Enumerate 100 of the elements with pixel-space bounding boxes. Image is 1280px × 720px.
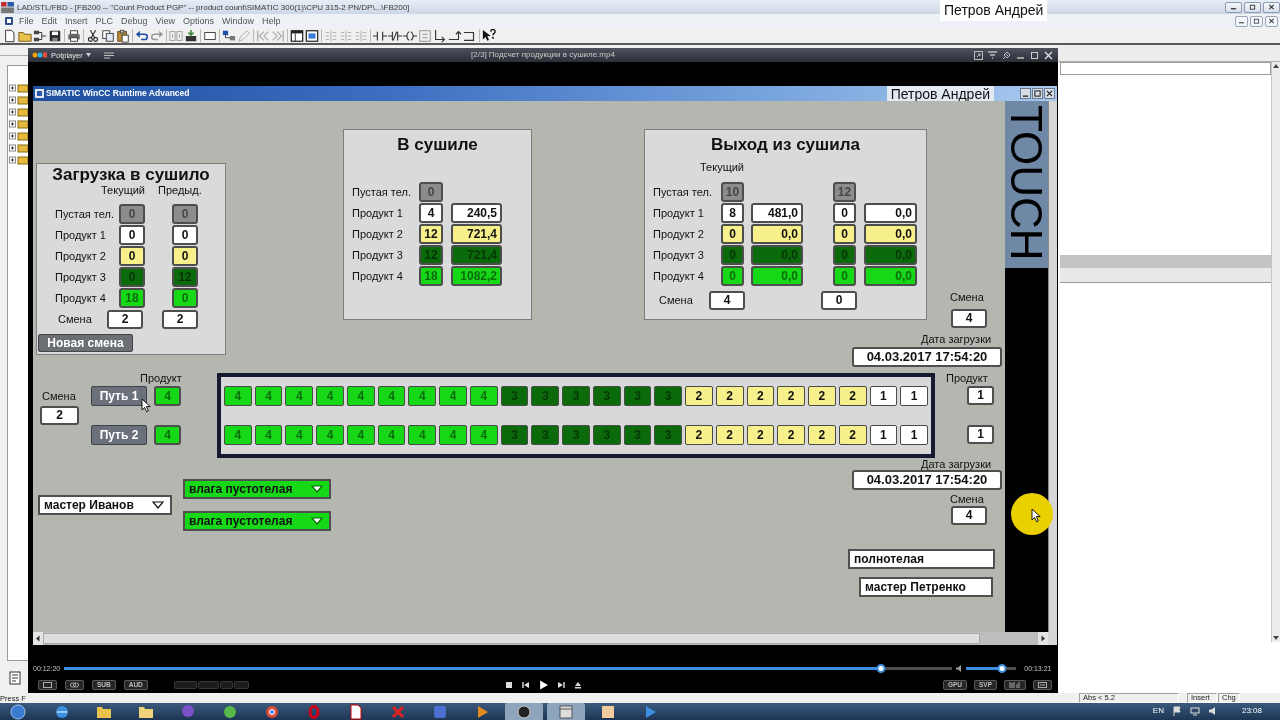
close-button[interactable] [1044,88,1055,99]
flag-icon[interactable] [1171,706,1182,716]
conveyor-cell: 2 [777,425,806,445]
dimmed-buttons-icon [173,680,249,689]
row-label: Продукт 1 [352,206,404,220]
value-field: 0 [833,224,856,244]
restore-button[interactable] [1250,15,1263,27]
scroll-right-icon[interactable] [1038,632,1048,645]
pin-icon[interactable] [1002,50,1011,60]
coil-icon[interactable] [403,28,417,43]
dropdown[interactable]: мастер Иванов [38,495,172,515]
path-button[interactable]: Путь 2 [91,425,147,445]
close-icon[interactable] [1044,50,1053,60]
taskbar-button[interactable] [505,703,543,720]
scroll-left-icon[interactable] [33,632,43,645]
row-label: Продукт 2 [653,227,705,241]
row-label: Продукт 3 [55,270,107,284]
menu-item[interactable]: Edit [37,15,62,27]
play-icon[interactable] [538,679,548,690]
volume-thumb[interactable] [997,664,1007,673]
tree-node-icon[interactable] [9,132,29,141]
menu-item[interactable]: View [151,15,179,27]
resize-icon[interactable] [974,50,983,60]
link-button[interactable] [65,679,84,690]
monitor-icon[interactable] [1189,706,1200,716]
start-orb-icon[interactable] [10,704,26,720]
shift-field[interactable]: 4 [951,506,987,525]
minimize-button[interactable] [1225,1,1242,13]
minimize-button[interactable] [1235,15,1248,27]
shift-field[interactable]: 2 [162,310,198,329]
tree-node-icon[interactable] [9,108,29,117]
shift-field[interactable]: 2 [107,310,143,329]
conveyor-cell: 1 [869,425,898,445]
save-icon[interactable] [48,28,62,43]
shift-field[interactable]: 2 [40,406,79,425]
volume-slider[interactable] [966,667,1017,670]
horizontal-scrollbar[interactable] [43,632,1038,645]
linked-blocks-icon[interactable] [222,28,236,43]
menu-item[interactable]: Window [218,15,258,27]
seek-thumb[interactable] [876,664,886,673]
new-shift-button[interactable]: Новая смена [38,334,133,352]
conveyor-cell: 2 [715,386,744,406]
vertical-scrollbar[interactable] [1271,62,1280,642]
help-pointer-icon[interactable] [482,28,496,43]
menu-item[interactable]: Help [258,15,285,27]
tree-node-icon[interactable] [9,144,29,153]
dropdown[interactable]: влага пустотелая [183,511,331,531]
picture-icon[interactable] [305,28,319,43]
value-field: 0 [172,225,198,245]
shift-field[interactable]: 4 [951,309,987,328]
menu-item[interactable]: Insert [61,15,92,27]
screen-button[interactable] [38,679,57,690]
list-icon[interactable] [103,51,114,59]
conveyor-cell: 4 [346,425,375,445]
bars-button[interactable] [1004,679,1026,690]
speaker-icon[interactable] [956,665,964,672]
printer-icon[interactable] [67,28,81,43]
maximize-icon[interactable] [1030,50,1039,60]
tree-node-icon[interactable] [9,96,29,105]
next-icon[interactable] [556,680,565,689]
copy-icon[interactable] [101,28,115,43]
conveyor-cell: 2 [838,386,867,406]
shift-field[interactable]: 4 [709,291,745,310]
menu-item[interactable]: Options [178,15,218,27]
path-button[interactable]: Путь 1 [91,386,147,406]
menu-item[interactable]: PLC [91,15,118,27]
scroll-thumb[interactable] [43,633,980,644]
tree-node-icon[interactable] [9,156,29,165]
corner-arrow-up-icon[interactable] [448,28,462,43]
scissors-icon[interactable] [86,28,100,43]
previous-icon[interactable] [521,680,530,689]
restore-button[interactable] [1244,1,1261,13]
language-indicator[interactable]: EN [1152,706,1164,716]
menu-item[interactable]: File [15,15,38,27]
eject-icon[interactable] [573,680,582,689]
undo-icon[interactable] [135,28,149,43]
conveyor-cell: 1 [900,425,928,445]
maximize-button[interactable] [1032,88,1043,99]
new-file-icon[interactable] [3,28,17,43]
corner-arrow-right-icon[interactable] [433,28,447,43]
shift-field[interactable]: 0 [821,291,857,310]
filter-icon[interactable] [988,50,997,60]
tree-node-icon[interactable] [9,120,29,129]
value-field: 0 [833,203,856,223]
value-field: 0 [721,224,744,244]
screen-button[interactable] [1033,679,1052,690]
network-icon[interactable] [33,28,47,43]
caret-icon[interactable] [85,53,91,57]
download-icon[interactable] [184,28,198,43]
dropdown[interactable]: влага пустотелая [183,479,331,499]
close-button[interactable] [1263,1,1280,13]
menu-item[interactable]: Debug [117,15,152,27]
scroll-down-icon[interactable] [1272,634,1280,642]
window-icon[interactable] [290,28,304,43]
minimize-button[interactable] [1020,88,1031,99]
page-icon[interactable] [8,671,22,685]
paste-icon[interactable] [116,28,130,43]
speaker-icon[interactable] [1207,706,1218,716]
tree-node-icon[interactable] [9,84,29,93]
stop-icon[interactable] [504,680,513,689]
